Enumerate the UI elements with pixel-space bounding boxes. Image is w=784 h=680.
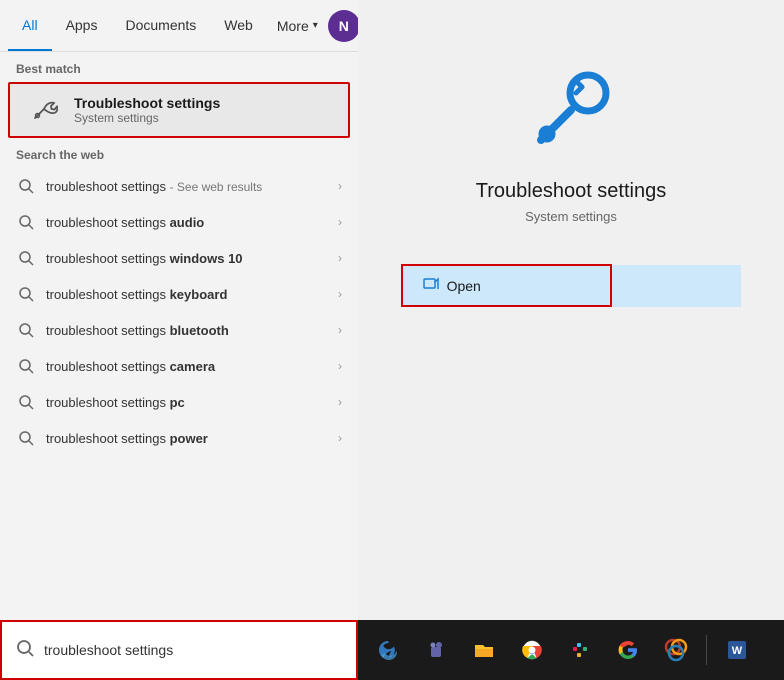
search-icon [16, 356, 36, 376]
tab-web[interactable]: Web [210, 0, 267, 51]
chevron-right-icon: › [338, 287, 342, 301]
best-match-item[interactable]: Troubleshoot settings System settings [8, 82, 350, 138]
chevron-right-icon: › [338, 431, 342, 445]
svg-text:W: W [732, 645, 743, 657]
panel-icon [521, 60, 621, 160]
chevron-right-icon: › [338, 251, 342, 265]
search-input[interactable] [44, 642, 342, 658]
search-icon [16, 212, 36, 232]
open-window-icon [423, 276, 439, 295]
taskbar-divider [706, 635, 707, 665]
taskbar: W [358, 620, 784, 680]
right-panel: Troubleshoot settings System settings Op… [358, 0, 784, 620]
search-popup: All Apps Documents Web More ▾ N ··· [0, 0, 358, 620]
chevron-right-icon: › [338, 395, 342, 409]
tab-more[interactable]: More ▾ [267, 12, 328, 40]
tab-all[interactable]: All [8, 0, 52, 51]
taskbar-slack-icon[interactable] [558, 628, 602, 672]
wrench-icon [26, 92, 62, 128]
open-btn-extension [612, 265, 742, 307]
taskbar-explorer-icon[interactable] [462, 628, 506, 672]
search-icon [16, 176, 36, 196]
taskbar-teams-icon[interactable] [414, 628, 458, 672]
list-item[interactable]: troubleshoot settings bluetooth › [0, 312, 358, 348]
search-bar[interactable] [0, 620, 358, 680]
search-icon [16, 248, 36, 268]
list-item[interactable]: troubleshoot settings power › [0, 420, 358, 456]
list-item[interactable]: troubleshoot settings pc › [0, 384, 358, 420]
web-results: Search the web troubleshoot settings - S… [0, 138, 358, 620]
search-icon [16, 284, 36, 304]
list-item[interactable]: troubleshoot settings camera › [0, 348, 358, 384]
taskbar-chrome-icon[interactable] [510, 628, 554, 672]
panel-subtitle: System settings [525, 209, 617, 224]
taskbar-edge-icon[interactable] [366, 628, 410, 672]
panel-title: Troubleshoot settings [476, 180, 666, 203]
list-item[interactable]: troubleshoot settings windows 10 › [0, 240, 358, 276]
avatar[interactable]: N [328, 10, 360, 42]
tabs-bar: All Apps Documents Web More ▾ N ··· [0, 0, 358, 52]
chevron-down-icon: ▾ [313, 20, 318, 31]
list-item[interactable]: troubleshoot settings - See web results … [0, 168, 358, 204]
chevron-right-icon: › [338, 359, 342, 373]
tab-documents[interactable]: Documents [111, 0, 210, 51]
open-button[interactable]: Open [401, 264, 612, 307]
best-match-label: Best match [0, 52, 358, 82]
search-bar-icon [16, 639, 34, 662]
taskbar-word-icon[interactable]: W [715, 628, 759, 672]
search-icon [16, 392, 36, 412]
list-item[interactable]: troubleshoot settings audio › [0, 204, 358, 240]
chevron-right-icon: › [338, 215, 342, 229]
chevron-right-icon: › [338, 323, 342, 337]
open-btn-wrapper: Open [401, 264, 742, 307]
taskbar-photos-icon[interactable] [654, 628, 698, 672]
chevron-right-icon: › [338, 179, 342, 193]
search-icon [16, 320, 36, 340]
search-icon [16, 428, 36, 448]
search-web-label: Search the web [0, 138, 358, 168]
tab-apps[interactable]: Apps [52, 0, 112, 51]
best-match-text: Troubleshoot settings System settings [74, 95, 220, 125]
taskbar-google-icon[interactable] [606, 628, 650, 672]
list-item[interactable]: troubleshoot settings keyboard › [0, 276, 358, 312]
